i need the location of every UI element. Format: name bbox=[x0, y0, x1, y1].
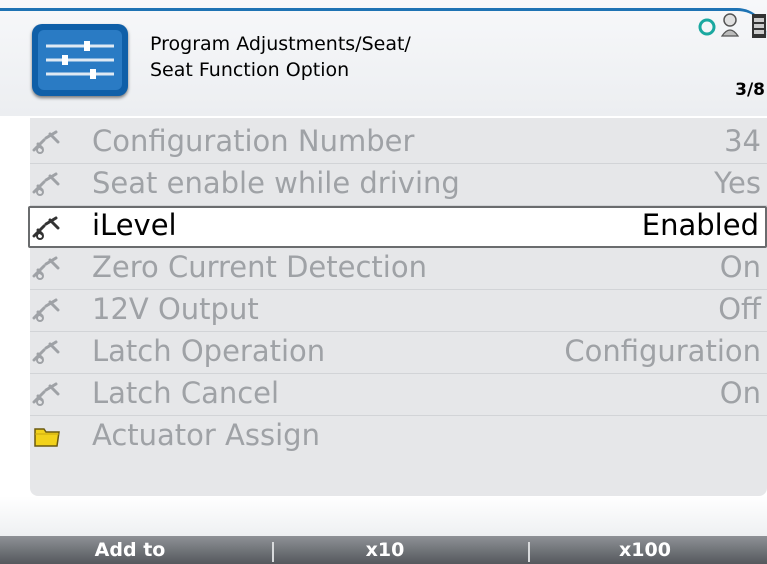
list-item-label: 12V Output bbox=[92, 292, 259, 326]
header: Program Adjustments/Seat/ Seat Function … bbox=[0, 0, 767, 116]
wrench-settings-icon bbox=[32, 380, 62, 408]
battery-icon bbox=[752, 14, 766, 38]
page-title: Program Adjustments/Seat/ Seat Function … bbox=[150, 31, 411, 83]
list-item-label: Latch Operation bbox=[92, 334, 326, 368]
list-item-value: On bbox=[719, 376, 761, 410]
list-item-actuator-assign[interactable]: Actuator Assign bbox=[30, 416, 767, 458]
list-item-value: Yes bbox=[714, 166, 761, 200]
softkey-bar: Add to x10 x100 bbox=[0, 536, 767, 564]
wrench-settings-icon bbox=[32, 254, 62, 282]
folder-icon bbox=[32, 422, 62, 450]
list-item-label: iLevel bbox=[92, 208, 177, 242]
wrench-settings-icon bbox=[32, 170, 62, 198]
list-item-configuration-number[interactable]: Configuration Number 34 bbox=[30, 122, 767, 164]
page-title-line1: Program Adjustments/Seat/ bbox=[150, 33, 411, 55]
list-item-latch-cancel[interactable]: Latch Cancel On bbox=[30, 374, 767, 416]
list-item-value: Off bbox=[718, 292, 761, 326]
list-item-12v-output[interactable]: 12V Output Off bbox=[30, 290, 767, 332]
bottom-spacer bbox=[0, 496, 767, 536]
list-item-latch-operation[interactable]: Latch Operation Configuration bbox=[30, 332, 767, 374]
list-item-zero-current-detection[interactable]: Zero Current Detection On bbox=[30, 248, 767, 290]
list-item-value: 34 bbox=[724, 124, 761, 158]
list-item-label: Actuator Assign bbox=[92, 418, 320, 452]
list-item-ilevel[interactable]: iLevel Enabled bbox=[28, 206, 767, 248]
wrench-settings-icon bbox=[32, 214, 62, 242]
status-icons bbox=[696, 8, 767, 42]
settings-list: Configuration Number 34 Seat enable whil… bbox=[28, 118, 767, 496]
page-counter: 3/8 bbox=[735, 80, 765, 100]
softkey-x100[interactable]: x100 bbox=[590, 539, 700, 561]
list-item-value: Configuration bbox=[564, 334, 761, 368]
user-key-icon bbox=[720, 13, 740, 37]
softkey-divider bbox=[272, 542, 274, 562]
list-item-seat-enable-while-driving[interactable]: Seat enable while driving Yes bbox=[30, 164, 767, 206]
softkey-x10[interactable]: x10 bbox=[340, 539, 430, 561]
wrench-settings-icon bbox=[32, 128, 62, 156]
wrench-settings-icon bbox=[32, 296, 62, 324]
wrench-settings-icon bbox=[32, 338, 62, 366]
list-item-value: Enabled bbox=[641, 208, 759, 242]
softkey-add-to[interactable]: Add to bbox=[70, 539, 190, 561]
softkey-divider bbox=[528, 542, 530, 562]
list-item-label: Latch Cancel bbox=[92, 376, 280, 410]
sliders-icon bbox=[32, 24, 128, 96]
list-item-label: Seat enable while driving bbox=[92, 166, 460, 200]
list-item-label: Zero Current Detection bbox=[92, 250, 427, 284]
connection-icon bbox=[698, 18, 716, 36]
page-title-line2: Seat Function Option bbox=[150, 59, 350, 81]
list-item-value: On bbox=[719, 250, 761, 284]
list-item-label: Configuration Number bbox=[92, 124, 415, 158]
